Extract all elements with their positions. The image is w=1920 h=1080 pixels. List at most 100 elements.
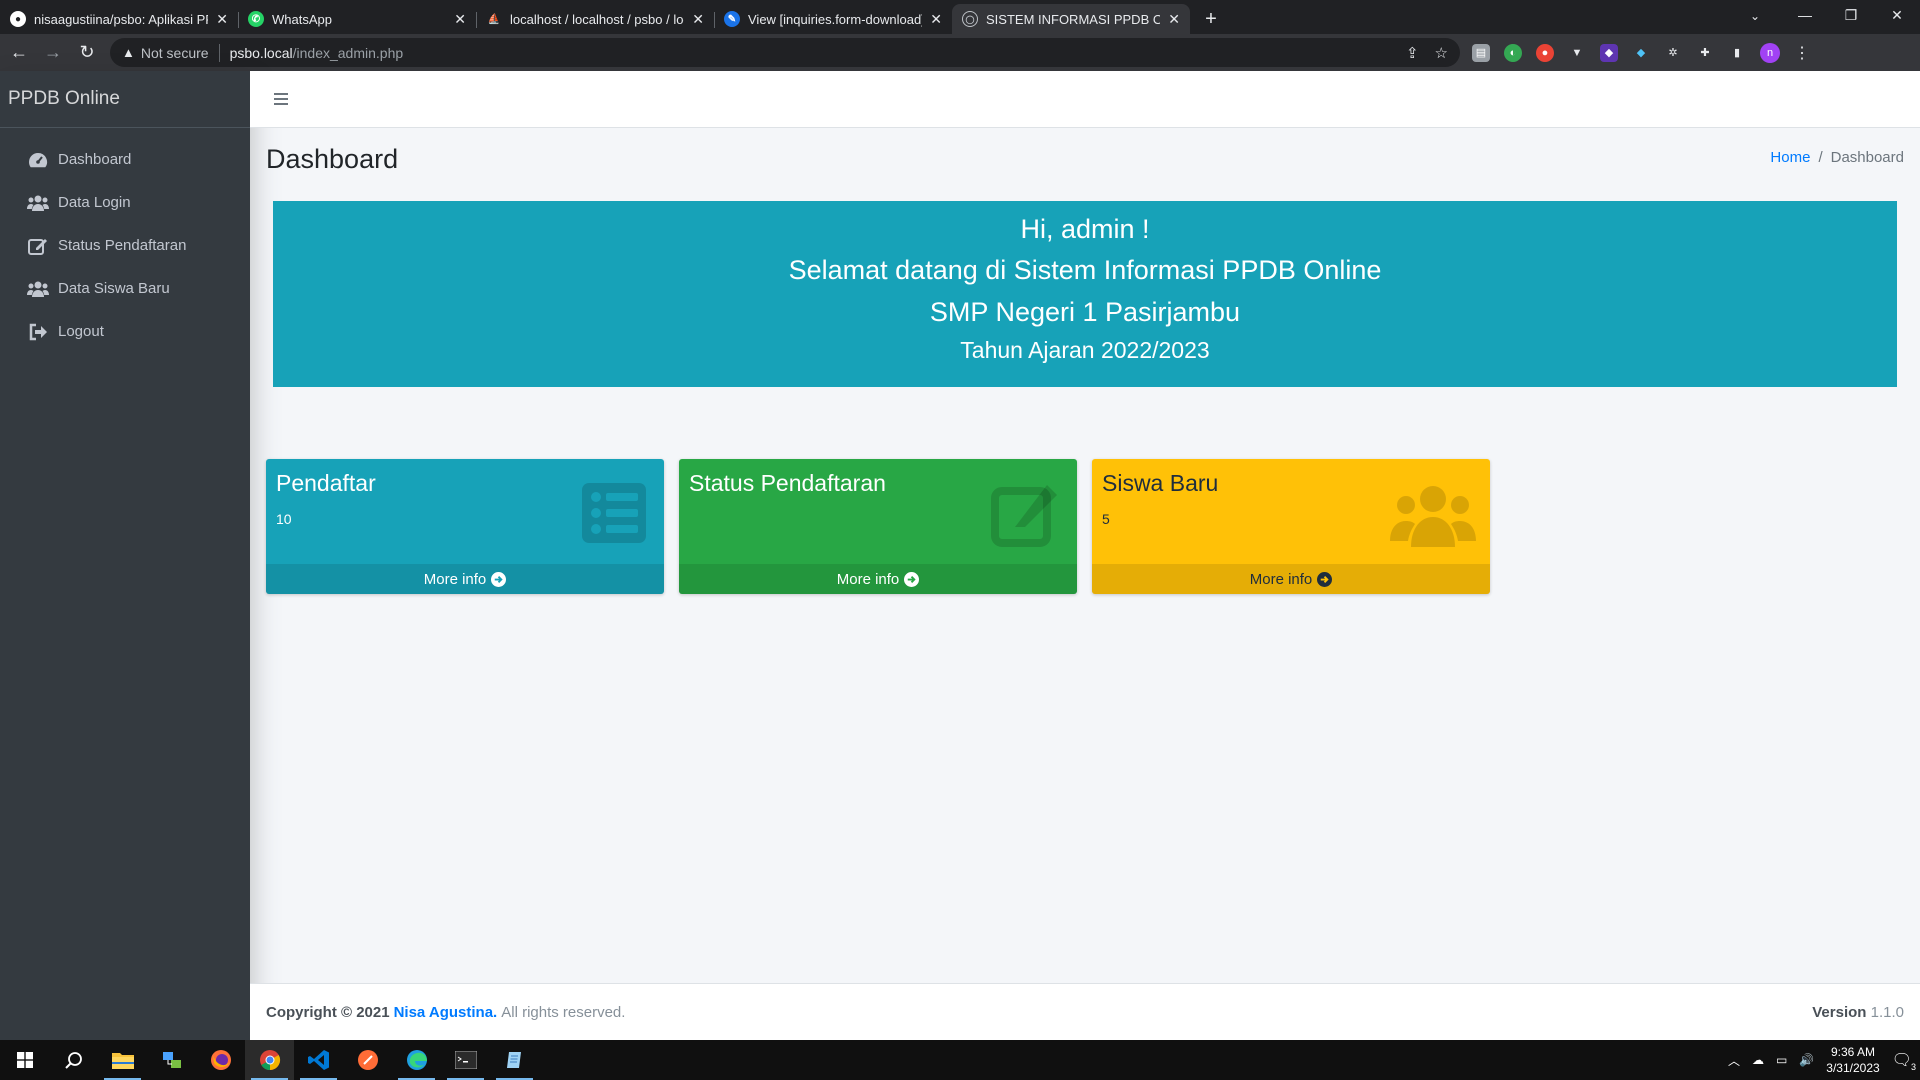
browser-tab-ppdb[interactable]: ◯ SISTEM INFORMASI PPDB ONLINE ✕ bbox=[952, 4, 1190, 34]
siswa-baru-box: Siswa Baru 5 More info bbox=[1092, 459, 1490, 594]
network-app-icon[interactable] bbox=[147, 1040, 196, 1080]
school-name: SMP Negeri 1 Pasirjambu bbox=[929, 297, 1241, 327]
extension-3-icon[interactable]: ● bbox=[1536, 43, 1554, 62]
page-title: Dashboard bbox=[266, 144, 399, 174]
brand-link[interactable]: PPDB Online bbox=[0, 71, 250, 128]
new-tab-button[interactable]: + bbox=[1196, 4, 1226, 34]
close-icon[interactable]: ✕ bbox=[692, 11, 704, 28]
search-icon[interactable] bbox=[49, 1040, 98, 1080]
users-icon bbox=[27, 194, 49, 212]
extensions-puzzle-icon[interactable]: ✚ bbox=[1696, 44, 1714, 62]
tachometer-icon bbox=[27, 151, 49, 169]
vscode-icon[interactable] bbox=[294, 1040, 343, 1080]
extension-2-icon[interactable]: ◐ bbox=[1504, 43, 1522, 62]
rights-text: All rights reserved. bbox=[501, 1003, 626, 1021]
extension-5-icon[interactable]: ◆ bbox=[1600, 43, 1618, 62]
sidebar-item-data-siswa-baru[interactable]: Data Siswa Baru bbox=[0, 267, 250, 310]
notepad-icon[interactable] bbox=[490, 1040, 539, 1080]
close-window-icon[interactable]: ✕ bbox=[1874, 0, 1920, 30]
close-icon[interactable]: ✕ bbox=[1168, 11, 1180, 28]
menu-kebab-icon[interactable]: ⋮ bbox=[1794, 43, 1810, 63]
browser-tab-view-inquiries[interactable]: ✎ View [inquiries.form-download] ✕ bbox=[714, 4, 952, 34]
sidebar-item-label: Logout bbox=[58, 323, 104, 340]
warning-icon: ▲ bbox=[122, 45, 135, 60]
terminal-icon[interactable] bbox=[441, 1040, 490, 1080]
arrow-circle-right-icon bbox=[491, 571, 507, 587]
clock[interactable]: 9:36 AM 3/31/2023 bbox=[1826, 1044, 1879, 1076]
browser-toolbar: ← → ↻ ▲ Not secure psbo.local /index_adm… bbox=[0, 34, 1920, 71]
top-navbar bbox=[250, 71, 1920, 128]
forward-arrow-icon[interactable]: → bbox=[38, 38, 68, 68]
close-icon[interactable]: ✕ bbox=[454, 11, 466, 28]
close-icon[interactable]: ✕ bbox=[216, 11, 228, 28]
sidebar-item-logout[interactable]: Logout bbox=[0, 310, 250, 353]
side-panel-icon[interactable]: ▮ bbox=[1728, 44, 1746, 62]
onedrive-cloud-icon[interactable]: ☁ bbox=[1752, 1053, 1764, 1067]
breadcrumb: Home / Dashboard bbox=[1770, 149, 1904, 166]
breadcrumb-current: Dashboard bbox=[1830, 149, 1904, 166]
reload-icon[interactable]: ↻ bbox=[72, 38, 102, 68]
sidebar-item-dashboard[interactable]: Dashboard bbox=[0, 138, 250, 181]
arrow-circle-right-icon bbox=[1317, 571, 1333, 587]
file-explorer-icon[interactable] bbox=[98, 1040, 147, 1080]
windows-start-icon[interactable] bbox=[0, 1040, 49, 1080]
chrome-icon[interactable] bbox=[245, 1040, 294, 1080]
browser-tab-whatsapp[interactable]: ✆ WhatsApp ✕ bbox=[238, 4, 476, 34]
tab-title: localhost / localhost / psbo / login bbox=[510, 11, 685, 27]
more-info-link[interactable]: More info bbox=[266, 564, 664, 594]
more-info-label: More info bbox=[1249, 570, 1313, 588]
breadcrumb-home-link[interactable]: Home bbox=[1770, 149, 1810, 166]
extension-1-icon[interactable]: ▤ bbox=[1472, 43, 1490, 62]
box-title: Pendaftar bbox=[276, 470, 376, 496]
more-info-link[interactable]: More info bbox=[1092, 564, 1490, 594]
more-info-link[interactable]: More info bbox=[679, 564, 1077, 594]
tab-title: WhatsApp bbox=[272, 11, 332, 27]
arrow-circle-right-icon bbox=[904, 571, 920, 587]
sidebar-nav: Dashboard Data Login Status Pendaftaran … bbox=[0, 128, 250, 353]
browser-tab-phpmyadmin[interactable]: ⛵ localhost / localhost / psbo / login ✕ bbox=[476, 4, 714, 34]
welcome-banner: Hi, admin ! Selamat datang di Sistem Inf… bbox=[273, 201, 1897, 387]
url-divider bbox=[218, 43, 220, 62]
sidebar-item-data-login[interactable]: Data Login bbox=[0, 181, 250, 224]
back-arrow-icon[interactable]: ← bbox=[4, 38, 34, 68]
version-label: Version bbox=[1812, 1003, 1867, 1021]
profile-avatar[interactable]: n bbox=[1760, 42, 1780, 63]
bookmark-star-icon[interactable]: ☆ bbox=[1435, 44, 1448, 62]
omnibox-actions: ⇪ ☆ bbox=[1406, 44, 1448, 62]
extensions-bar: ▤ ◐ ● ▼ ◆ ◆ ✲ ✚ ▮ n ⋮ bbox=[1472, 42, 1810, 63]
more-info-label: More info bbox=[423, 570, 487, 588]
hamburger-menu-icon[interactable] bbox=[274, 93, 288, 105]
welcome-line: Selamat datang di Sistem Informasi PPDB … bbox=[788, 255, 1382, 285]
tab-search-chevron-icon[interactable]: ⌄ bbox=[1740, 4, 1770, 28]
network-icon[interactable]: ▭ bbox=[1776, 1053, 1787, 1067]
author-link[interactable]: Nisa Agustina. bbox=[394, 1004, 498, 1021]
box-count: 10 bbox=[276, 511, 292, 527]
version-number: 1.1.0 bbox=[1870, 1003, 1904, 1021]
close-icon[interactable]: ✕ bbox=[930, 11, 942, 28]
notification-count: 3 bbox=[1910, 1062, 1916, 1072]
notification-icon[interactable]: 🗨 3 bbox=[1892, 1050, 1916, 1072]
share-icon[interactable]: ⇪ bbox=[1406, 44, 1419, 62]
extension-6-icon[interactable]: ◆ bbox=[1632, 44, 1650, 62]
minimize-icon[interactable]: — bbox=[1782, 0, 1828, 30]
volume-icon[interactable]: 🔊 bbox=[1799, 1053, 1814, 1067]
edit-icon bbox=[27, 237, 49, 255]
sidebar-item-status-pendaftaran[interactable]: Status Pendaftaran bbox=[0, 224, 250, 267]
phpmyadmin-icon: ⛵ bbox=[487, 13, 501, 25]
chevron-up-icon[interactable]: ︿ bbox=[1728, 1052, 1740, 1069]
restore-icon[interactable]: ❐ bbox=[1828, 0, 1874, 30]
system-tray: ︿ ☁ ▭ 🔊 9:36 AM 3/31/2023 🗨 3 bbox=[1728, 1040, 1920, 1080]
edge-icon[interactable] bbox=[392, 1040, 441, 1080]
address-bar[interactable]: ▲ Not secure psbo.local /index_admin.php… bbox=[110, 38, 1460, 67]
browser-tab-github[interactable]: ● nisaagustiina/psbo: Aplikasi PPDB ✕ bbox=[0, 4, 238, 34]
academic-year: Tahun Ajaran 2022/2023 bbox=[960, 337, 1210, 363]
clock-date: 3/31/2023 bbox=[1826, 1061, 1880, 1075]
firefox-icon[interactable] bbox=[196, 1040, 245, 1080]
postman-icon[interactable] bbox=[343, 1040, 392, 1080]
extension-7-icon[interactable]: ✲ bbox=[1664, 44, 1682, 62]
box-count: 5 bbox=[1102, 511, 1110, 527]
github-icon: ● bbox=[10, 11, 26, 27]
clock-time: 9:36 AM bbox=[1830, 1045, 1875, 1059]
extension-4-icon[interactable]: ▼ bbox=[1568, 44, 1586, 62]
tab-title: SISTEM INFORMASI PPDB ONLINE bbox=[986, 11, 1161, 27]
